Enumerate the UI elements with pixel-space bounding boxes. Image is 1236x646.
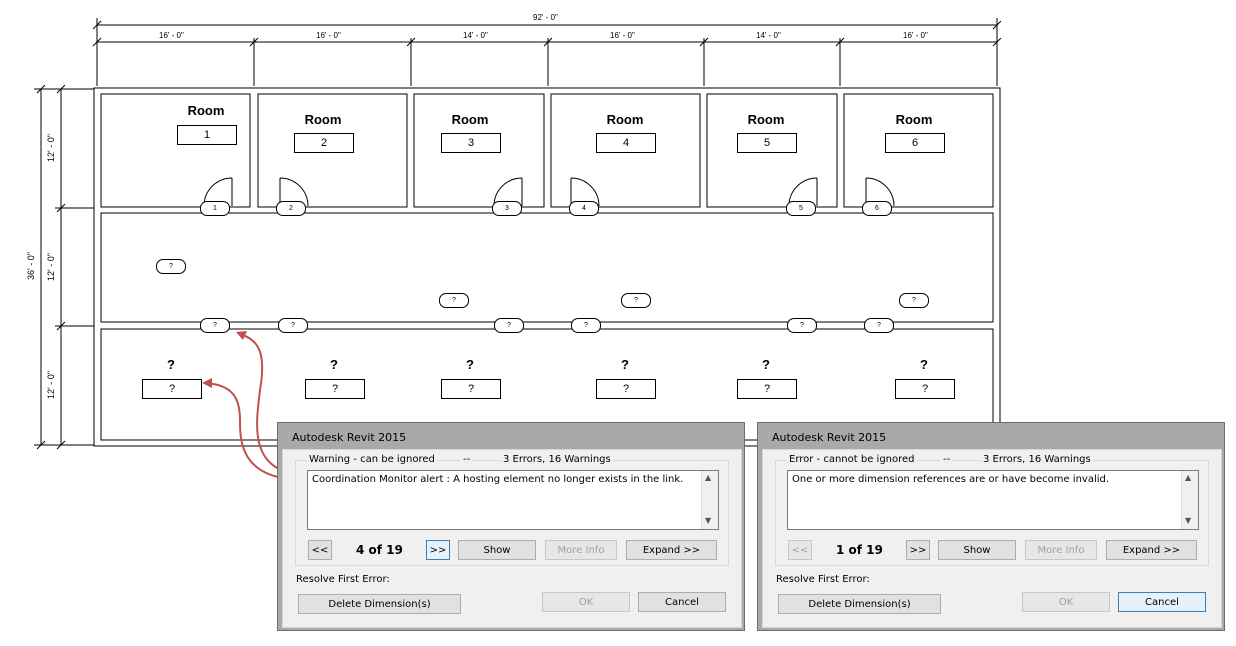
expand-button[interactable]: Expand >>	[626, 540, 717, 560]
cancel-button[interactable]: Cancel	[638, 592, 726, 612]
summary-label: 3 Errors, 16 Warnings	[981, 454, 1093, 465]
more-info-button[interactable]: More Info	[545, 540, 617, 560]
room-name: Room	[187, 103, 225, 118]
resolve-label: Resolve First Error:	[776, 574, 870, 585]
room-number: ?	[596, 379, 656, 399]
message-counter: 1 of 19	[836, 543, 883, 557]
room-number: ?	[441, 379, 501, 399]
next-button[interactable]: >>	[906, 540, 930, 560]
door-tag: 1	[200, 201, 230, 216]
dialog-title: Autodesk Revit 2015	[772, 431, 887, 444]
unknown-door-tag: ?	[200, 318, 230, 333]
segment-dimension-label: 16' - 0"	[316, 31, 341, 40]
error-dialog: Autodesk Revit 2015 Error - cannot be ig…	[757, 422, 1225, 631]
unknown-door-tag: ?	[787, 318, 817, 333]
unknown-door-tag: ?	[571, 318, 601, 333]
room-number: 1	[177, 125, 237, 145]
unknown-door-tag: ?	[278, 318, 308, 333]
room-number: 3	[441, 133, 501, 153]
more-info-button[interactable]: More Info	[1025, 540, 1097, 560]
room-name: ?	[762, 357, 770, 372]
message-scrollbar[interactable]: ▲ ▼	[1181, 471, 1198, 529]
scroll-down-icon[interactable]: ▼	[705, 516, 711, 525]
room-name: Room	[304, 112, 342, 127]
resolve-label: Resolve First Error:	[296, 574, 390, 585]
room-name: Room	[895, 112, 933, 127]
scroll-down-icon[interactable]: ▼	[1185, 516, 1191, 525]
door-tag: 4	[569, 201, 599, 216]
scroll-up-icon[interactable]: ▲	[705, 473, 711, 482]
expand-button[interactable]: Expand >>	[1106, 540, 1197, 560]
room-number: ?	[737, 379, 797, 399]
room-name: ?	[167, 357, 175, 372]
door-tag: 3	[492, 201, 522, 216]
room-number: ?	[305, 379, 365, 399]
show-button[interactable]: Show	[938, 540, 1016, 560]
unknown-tag: ?	[439, 293, 469, 308]
room-number: ?	[895, 379, 955, 399]
ok-button[interactable]: OK	[1022, 592, 1110, 612]
segment-dimension-label: 14' - 0"	[463, 31, 488, 40]
message-textbox[interactable]: Coordination Monitor alert : A hosting e…	[307, 470, 719, 530]
warning-dialog: Autodesk Revit 2015 Warning - can be ign…	[277, 422, 745, 631]
next-button[interactable]: >>	[426, 540, 450, 560]
overall-vertical-dimension-label: 36' - 0"	[26, 252, 36, 280]
unknown-tag: ?	[156, 259, 186, 274]
vertical-dimension-label: 12' - 0"	[46, 134, 56, 162]
unknown-door-tag: ?	[494, 318, 524, 333]
cancel-button[interactable]: Cancel	[1118, 592, 1206, 612]
door-tag: 5	[786, 201, 816, 216]
previous-button[interactable]: <<	[308, 540, 332, 560]
segment-dimension-label: 16' - 0"	[610, 31, 635, 40]
room-name: Room	[747, 112, 785, 127]
scroll-up-icon[interactable]: ▲	[1185, 473, 1191, 482]
unknown-tag: ?	[899, 293, 929, 308]
vertical-dimension-label: 12' - 0"	[46, 253, 56, 281]
summary-label: 3 Errors, 16 Warnings	[501, 454, 613, 465]
delete-dimensions-button[interactable]: Delete Dimension(s)	[778, 594, 941, 614]
room-number: 4	[596, 133, 656, 153]
separator-label: --	[941, 454, 953, 465]
message-textbox[interactable]: One or more dimension references are or …	[787, 470, 1199, 530]
unknown-tag: ?	[621, 293, 651, 308]
separator-label: --	[461, 454, 473, 465]
room-number: 5	[737, 133, 797, 153]
severity-label: Warning - can be ignored	[307, 454, 437, 465]
segment-dimension-label: 16' - 0"	[903, 31, 928, 40]
overall-dimension-label: 92' - 0"	[533, 13, 558, 22]
door-tag: 6	[862, 201, 892, 216]
message-text: One or more dimension references are or …	[792, 474, 1110, 485]
segment-dimension-label: 14' - 0"	[756, 31, 781, 40]
dialog-title: Autodesk Revit 2015	[292, 431, 407, 444]
message-text: Coordination Monitor alert : A hosting e…	[312, 474, 684, 485]
room-name: ?	[920, 357, 928, 372]
message-scrollbar[interactable]: ▲ ▼	[701, 471, 718, 529]
dialog-body: Warning - can be ignored -- 3 Errors, 16…	[282, 449, 742, 628]
dialog-body: Error - cannot be ignored -- 3 Errors, 1…	[762, 449, 1222, 628]
segment-dimension-label: 16' - 0"	[159, 31, 184, 40]
room-number: 2	[294, 133, 354, 153]
ok-button[interactable]: OK	[542, 592, 630, 612]
show-button[interactable]: Show	[458, 540, 536, 560]
room-name: Room	[606, 112, 644, 127]
message-counter: 4 of 19	[356, 543, 403, 557]
room-name: ?	[621, 357, 629, 372]
room-number: ?	[142, 379, 202, 399]
door-tag: 2	[276, 201, 306, 216]
room-name: ?	[330, 357, 338, 372]
unknown-door-tag: ?	[864, 318, 894, 333]
room-name: Room	[451, 112, 489, 127]
room-number: 6	[885, 133, 945, 153]
room-name: ?	[466, 357, 474, 372]
severity-label: Error - cannot be ignored	[787, 454, 917, 465]
vertical-dimension-label: 12' - 0"	[46, 371, 56, 399]
delete-dimensions-button[interactable]: Delete Dimension(s)	[298, 594, 461, 614]
previous-button[interactable]: <<	[788, 540, 812, 560]
